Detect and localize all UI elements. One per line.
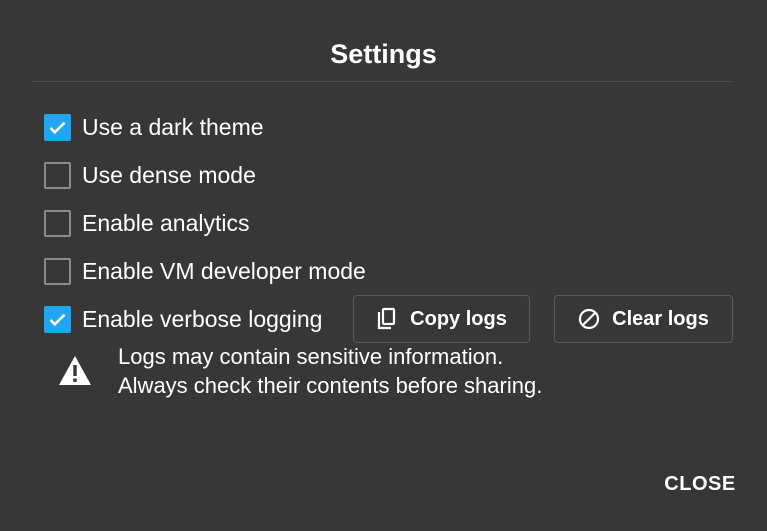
verbose-logging-label: Enable verbose logging bbox=[82, 306, 323, 332]
settings-dialog: Settings Use a dark theme Use dense mode… bbox=[0, 0, 767, 531]
copy-logs-button[interactable]: Copy logs bbox=[353, 295, 530, 343]
dark-theme-label: Use a dark theme bbox=[82, 114, 264, 140]
copy-logs-label: Copy logs bbox=[410, 307, 507, 330]
copy-icon bbox=[376, 307, 398, 331]
title-divider bbox=[33, 81, 732, 82]
sensitive-info-warning: Logs may contain sensitive information. … bbox=[118, 342, 542, 400]
warning-icon bbox=[59, 356, 91, 385]
option-verbose-logging[interactable]: Enable verbose logging bbox=[44, 305, 322, 333]
dark-theme-checkbox[interactable] bbox=[44, 113, 71, 141]
clear-logs-button[interactable]: Clear logs bbox=[554, 295, 733, 343]
option-analytics[interactable]: Enable analytics bbox=[44, 209, 250, 237]
check-icon bbox=[49, 121, 66, 134]
block-icon bbox=[578, 308, 600, 330]
verbose-logging-checkbox[interactable] bbox=[44, 305, 71, 333]
dialog-title: Settings bbox=[330, 39, 437, 69]
analytics-label: Enable analytics bbox=[82, 210, 250, 236]
analytics-checkbox[interactable] bbox=[44, 209, 71, 237]
option-dense-mode[interactable]: Use dense mode bbox=[44, 161, 256, 189]
check-icon bbox=[49, 313, 66, 326]
option-dark-theme[interactable]: Use a dark theme bbox=[44, 113, 264, 141]
close-button[interactable]: CLOSE bbox=[656, 464, 744, 504]
clear-logs-label: Clear logs bbox=[612, 307, 709, 330]
vm-developer-mode-checkbox[interactable] bbox=[44, 257, 71, 285]
vm-developer-mode-label: Enable VM developer mode bbox=[82, 258, 366, 284]
warning-line-1: Logs may contain sensitive information. bbox=[118, 344, 504, 369]
dense-mode-label: Use dense mode bbox=[82, 162, 256, 188]
dense-mode-checkbox[interactable] bbox=[44, 161, 71, 189]
option-vm-developer-mode[interactable]: Enable VM developer mode bbox=[44, 257, 366, 285]
warning-line-2: Always check their contents before shari… bbox=[118, 373, 543, 398]
